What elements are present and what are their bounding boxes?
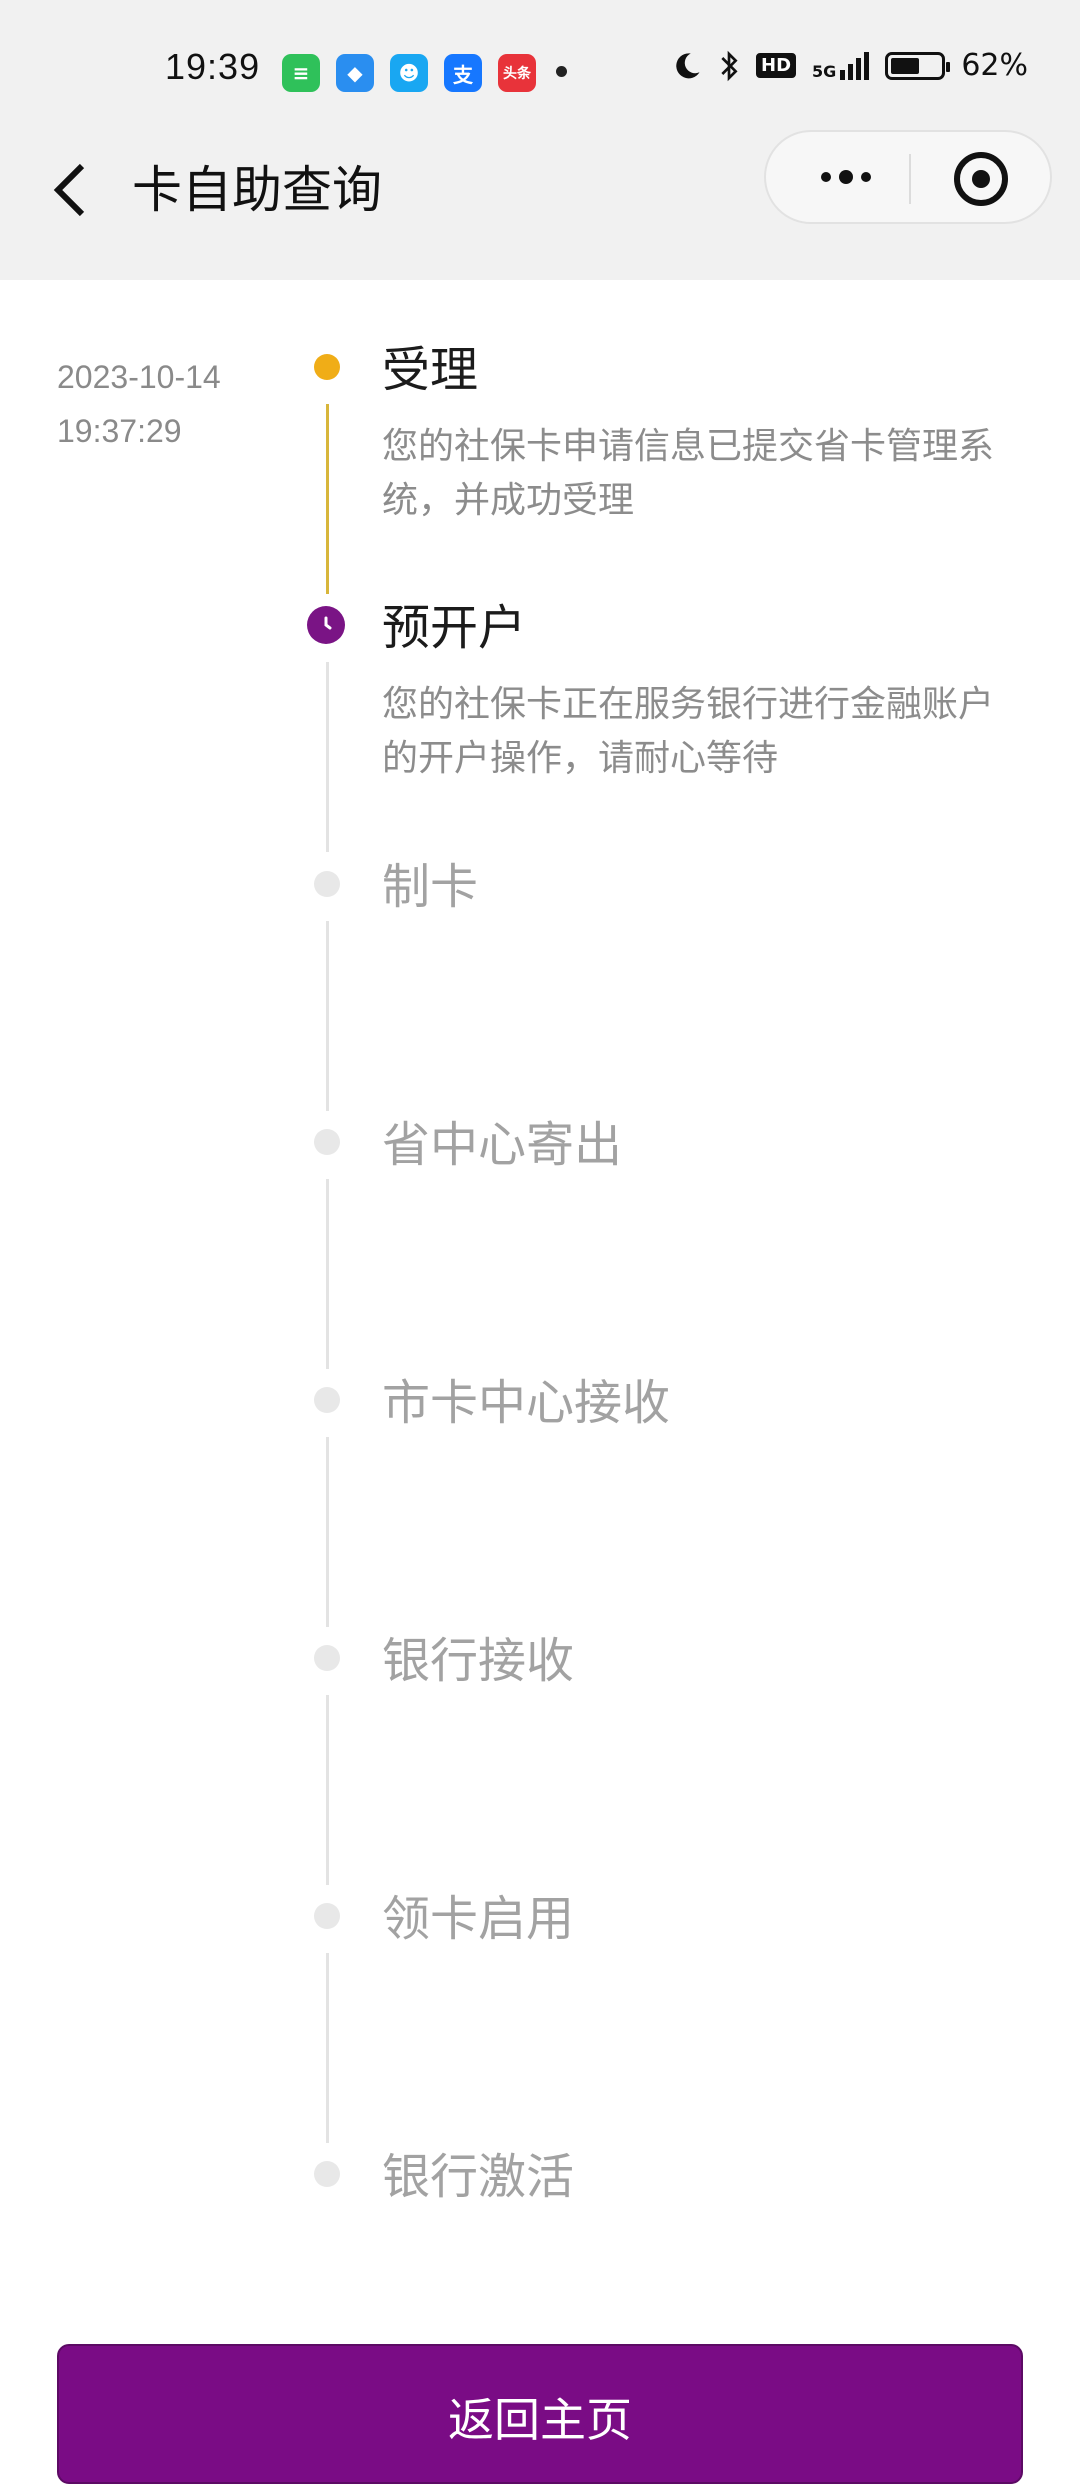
- step-title: 银行接收: [382, 1633, 575, 1689]
- battery-icon: [885, 51, 951, 80]
- back-button[interactable]: [40, 160, 100, 220]
- step-title: 银行激活: [382, 2149, 575, 2205]
- step-description: 您的社保卡正在服务银行进行金融账户的开户操作，请耐心等待: [382, 684, 995, 779]
- hd-badge: HD: [756, 53, 797, 78]
- battery-percent: 62%: [961, 48, 1028, 83]
- step-timestamp: 2023-10-14 19:37:29: [57, 350, 221, 458]
- step-date: 2023-10-14: [57, 359, 221, 395]
- more-button[interactable]: [806, 132, 886, 222]
- nav-bar: 卡自助查询: [0, 130, 1080, 280]
- timeline-connector: [326, 404, 329, 594]
- timeline-connector: [326, 1437, 329, 1627]
- bluetooth-icon: [721, 50, 738, 81]
- step-description: 您的社保卡申请信息已提交省卡管理系统，并成功受理: [382, 426, 995, 521]
- step-title: 预开户: [382, 600, 527, 656]
- step-pending-dot-icon: [314, 1129, 340, 1155]
- browser-icon: ◆: [336, 54, 374, 92]
- page-title: 卡自助查询: [132, 161, 382, 219]
- step-pending-dot-icon: [314, 871, 340, 897]
- step-title: 市卡中心接收: [382, 1375, 671, 1431]
- notification-icons: ≡ ◆ ☻ 支 头条: [282, 54, 536, 92]
- chevron-left-icon: [53, 163, 85, 217]
- more-notifications-dot: [556, 66, 567, 77]
- step-title: 领卡启用: [382, 1891, 575, 1947]
- timeline-connector: [326, 1695, 329, 1885]
- step-title: 省中心寄出: [382, 1117, 623, 1173]
- step-pending-dot-icon: [314, 1903, 340, 1929]
- messages-icon: ≡: [282, 54, 320, 92]
- close-mini-program-button[interactable]: [954, 152, 1008, 206]
- timeline-connector: [326, 1179, 329, 1369]
- status-time: 19:39: [165, 46, 261, 87]
- status-bar: 19:39 ≡ ◆ ☻ 支 头条 HD 5G 62%: [0, 0, 1080, 130]
- timeline-connector: [326, 662, 329, 852]
- step-current-clock-icon: [307, 606, 345, 644]
- return-home-button[interactable]: 返回主页: [57, 2344, 1023, 2484]
- cellular-signal: 5G: [812, 51, 870, 81]
- step-time: 19:37:29: [57, 413, 182, 449]
- alipay-icon: 支: [444, 54, 482, 92]
- more-dot-icon: [821, 172, 831, 182]
- step-title: 受理: [382, 342, 479, 398]
- capsule-divider: [909, 154, 911, 204]
- network-type: 5G: [812, 61, 837, 81]
- system-status: HD 5G 62%: [672, 48, 1028, 83]
- toutiao-icon: 头条: [498, 54, 536, 92]
- step-pending-dot-icon: [314, 1387, 340, 1413]
- moon-icon: [676, 52, 700, 78]
- more-dot-icon: [839, 170, 853, 184]
- signal-bars-icon: [840, 51, 870, 80]
- step-done-dot-icon: [314, 354, 340, 380]
- timeline-connector: [326, 921, 329, 1111]
- more-dot-icon: [861, 172, 871, 182]
- qq-icon: ☻: [390, 54, 428, 92]
- timeline-connector: [326, 1953, 329, 2143]
- step-pending-dot-icon: [314, 1645, 340, 1671]
- mini-program-capsule: [764, 130, 1052, 224]
- step-pending-dot-icon: [314, 2161, 340, 2187]
- step-title: 制卡: [382, 859, 479, 915]
